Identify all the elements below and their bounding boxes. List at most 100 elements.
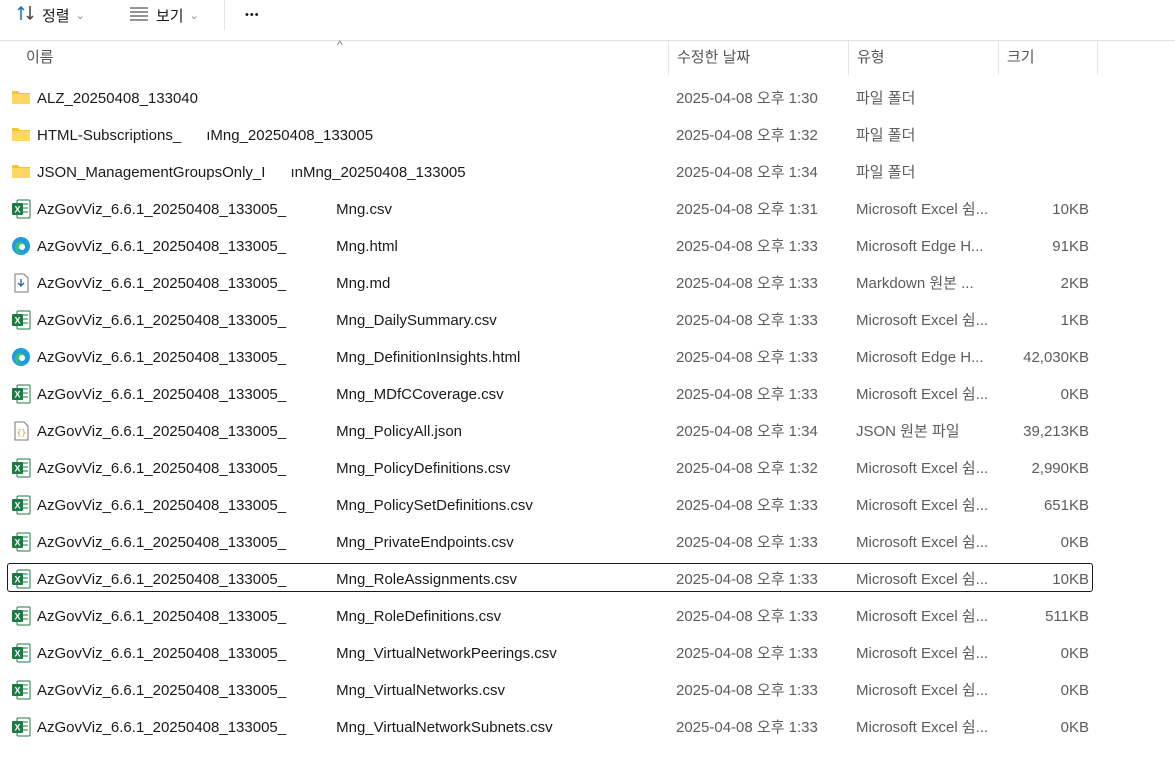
file-size: 2KB: [1060, 275, 1089, 292]
file-date: 2025-04-08 오후 1:33: [676, 608, 818, 625]
column-header: ^ 이름 수정한 날짜 유형 크기: [0, 38, 1175, 75]
file-row[interactable]: AzGovViz_6.6.1_20250408_133005_ Mng.md 20…: [0, 265, 1175, 302]
file-row[interactable]: ALZ_20250408_133040 2025-04-08 오후 1:30 파일 …: [0, 80, 1175, 117]
svg-text:{}: {}: [17, 428, 27, 437]
file-type: 파일 폴더: [856, 164, 916, 181]
file-name: AzGovViz_6.6.1_20250408_133005_ Mng_Role…: [37, 608, 502, 625]
excel-icon: X: [11, 310, 31, 330]
file-name: AzGovViz_6.6.1_20250408_133005_ Mng_MDfC…: [37, 386, 504, 403]
view-button[interactable]: 보기 ⌄: [128, 0, 199, 30]
sort-icon: [16, 4, 36, 26]
file-row[interactable]: X AzGovViz_6.6.1_20250408_133005_ Mng_Pol…: [0, 487, 1175, 524]
file-name: AzGovViz_6.6.1_20250408_133005_ Mng_Poli…: [37, 497, 533, 514]
file-date: 2025-04-08 오후 1:33: [676, 386, 818, 403]
file-type: Microsoft Edge H...: [856, 238, 984, 255]
edge-icon: [11, 347, 31, 366]
file-type: Microsoft Excel 쉼...: [856, 460, 989, 477]
file-name: AzGovViz_6.6.1_20250408_133005_ Mng.html: [37, 238, 398, 255]
file-size: 0KB: [1060, 386, 1089, 403]
column-header-type[interactable]: 유형: [848, 41, 998, 75]
excel-icon: X: [11, 680, 31, 700]
file-type: Microsoft Excel 쉼...: [856, 312, 989, 329]
column-header-name[interactable]: 이름: [26, 41, 54, 75]
file-row[interactable]: X AzGovViz_6.6.1_20250408_133005_ Mng_MDf…: [0, 376, 1175, 413]
command-bar: 정렬 ⌄ 보기 ⌄ •••: [0, 0, 1175, 41]
excel-icon: X: [11, 606, 31, 626]
file-size: 511KB: [1045, 608, 1089, 625]
file-date: 2025-04-08 오후 1:33: [676, 312, 818, 329]
column-header-date[interactable]: 수정한 날짜: [668, 41, 848, 75]
sort-button[interactable]: 정렬 ⌄: [16, 0, 85, 30]
file-date: 2025-04-08 오후 1:33: [676, 238, 818, 255]
excel-icon: X: [11, 199, 31, 219]
file-name: JSON_ManagementGroupsOnly_I ınMng_202504…: [37, 164, 466, 181]
svg-text:X: X: [14, 723, 20, 733]
edge-icon: [11, 236, 31, 255]
file-size: 0KB: [1060, 534, 1089, 551]
file-row[interactable]: AzGovViz_6.6.1_20250408_133005_ Mng.html…: [0, 228, 1175, 265]
file-row[interactable]: X AzGovViz_6.6.1_20250408_133005_ Mng_Dai…: [0, 302, 1175, 339]
file-size: 0KB: [1060, 682, 1089, 699]
file-name: AzGovViz_6.6.1_20250408_133005_ Mng_Dail…: [37, 312, 497, 329]
file-type: Microsoft Excel 쉼...: [856, 571, 989, 588]
file-type: 파일 폴더: [856, 90, 916, 107]
file-row[interactable]: JSON_ManagementGroupsOnly_I ınMng_202504…: [0, 154, 1175, 191]
file-name: AzGovViz_6.6.1_20250408_133005_ Mng_Virt…: [37, 682, 506, 699]
file-row[interactable]: X AzGovViz_6.6.1_20250408_133005_ Mng_Rol…: [0, 561, 1175, 598]
file-type: Microsoft Excel 쉼...: [856, 682, 989, 699]
file-row[interactable]: X AzGovViz_6.6.1_20250408_133005_ Mng_Rol…: [0, 598, 1175, 635]
file-row[interactable]: AzGovViz_6.6.1_20250408_133005_ Mng_Defi…: [0, 339, 1175, 376]
svg-text:X: X: [14, 501, 20, 511]
svg-text:X: X: [14, 316, 20, 326]
more-options-button[interactable]: •••: [245, 0, 260, 30]
file-date: 2025-04-08 오후 1:33: [676, 349, 818, 366]
file-size: 10KB: [1052, 201, 1089, 218]
excel-icon: X: [11, 384, 31, 404]
markdown-icon: [11, 273, 31, 293]
file-row[interactable]: X AzGovViz_6.6.1_20250408_133005_ Mng_Vir…: [0, 709, 1175, 746]
svg-text:X: X: [14, 538, 20, 548]
file-date: 2025-04-08 오후 1:33: [676, 682, 818, 699]
file-type: Microsoft Excel 쉼...: [856, 645, 989, 662]
file-date: 2025-04-08 오후 1:32: [676, 127, 818, 144]
svg-text:X: X: [14, 575, 20, 585]
excel-icon: X: [11, 495, 31, 515]
file-row[interactable]: X AzGovViz_6.6.1_20250408_133005_ Mng_Pri…: [0, 524, 1175, 561]
file-row[interactable]: X AzGovViz_6.6.1_20250408_133005_ Mng_Pol…: [0, 450, 1175, 487]
file-size: 10KB: [1052, 571, 1089, 588]
file-date: 2025-04-08 오후 1:32: [676, 460, 818, 477]
file-name: AzGovViz_6.6.1_20250408_133005_ Mng_Poli…: [37, 460, 511, 477]
file-type: Microsoft Excel 쉼...: [856, 201, 989, 218]
excel-icon: X: [11, 717, 31, 737]
svg-text:X: X: [14, 205, 20, 215]
file-row[interactable]: HTML-Subscriptions_ ıMng_20250408_133005…: [0, 117, 1175, 154]
file-date: 2025-04-08 오후 1:33: [676, 645, 818, 662]
file-name: AzGovViz_6.6.1_20250408_133005_ Mng_Poli…: [37, 423, 463, 440]
file-name: AzGovViz_6.6.1_20250408_133005_ Mng_Virt…: [37, 645, 557, 662]
file-name: AzGovViz_6.6.1_20250408_133005_ Mng_Priv…: [37, 534, 514, 551]
file-date: 2025-04-08 오후 1:33: [676, 719, 818, 736]
file-type: JSON 원본 파일: [856, 423, 960, 440]
file-name: ALZ_20250408_133040: [37, 90, 198, 107]
file-row[interactable]: {} AzGovViz_6.6.1_20250408_133005_ Mng_Po…: [0, 413, 1175, 450]
svg-text:X: X: [14, 612, 20, 622]
file-type: Microsoft Excel 쉼...: [856, 608, 989, 625]
file-name: HTML-Subscriptions_ ıMng_20250408_133005: [37, 127, 374, 144]
file-row[interactable]: X AzGovViz_6.6.1_20250408_133005_ Mng_Vir…: [0, 635, 1175, 672]
svg-text:X: X: [14, 649, 20, 659]
file-size: 91KB: [1052, 238, 1089, 255]
file-name: AzGovViz_6.6.1_20250408_133005_ Mng.csv: [37, 201, 392, 218]
file-row[interactable]: X AzGovViz_6.6.1_20250408_133005_ Mng_Vir…: [0, 672, 1175, 709]
file-size: 42,030KB: [1023, 349, 1089, 366]
excel-icon: X: [11, 532, 31, 552]
file-type: Microsoft Excel 쉼...: [856, 719, 989, 736]
folder-icon: [11, 88, 31, 106]
file-type: Microsoft Excel 쉼...: [856, 386, 989, 403]
file-type: Microsoft Excel 쉼...: [856, 497, 989, 514]
file-row[interactable]: X AzGovViz_6.6.1_20250408_133005_ Mng.csv…: [0, 191, 1175, 228]
column-header-size[interactable]: 크기: [998, 41, 1098, 75]
excel-icon: X: [11, 569, 31, 589]
chevron-down-icon: ⌄: [75, 9, 85, 22]
file-name: AzGovViz_6.6.1_20250408_133005_ Mng.md: [37, 275, 391, 292]
excel-icon: X: [11, 458, 31, 478]
